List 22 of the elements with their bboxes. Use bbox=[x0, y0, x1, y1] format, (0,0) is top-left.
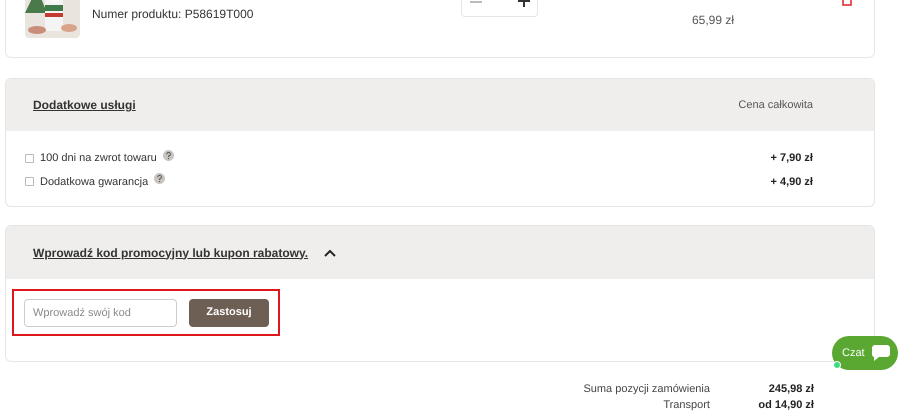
caret-icon[interactable] bbox=[324, 248, 336, 256]
service-price: + 7,90 zł bbox=[770, 151, 813, 166]
services-title: Dodatkowe usługi bbox=[33, 97, 136, 114]
apply-button[interactable]: Zastosuj bbox=[189, 298, 269, 326]
summary-value: od 14,90 zł bbox=[757, 398, 814, 412]
help-icon[interactable] bbox=[162, 150, 174, 161]
product-number: Numer produktu: P58619T000 bbox=[92, 6, 254, 23]
promo-title[interactable]: Wprowadź kod promocyjny lub kupon rabatowy. bbox=[33, 244, 308, 262]
summary-value: 245,98 zł bbox=[768, 382, 814, 396]
summary-label: Transport bbox=[663, 398, 710, 412]
checkbox[interactable] bbox=[25, 177, 34, 186]
item-price: 65,99 zł bbox=[692, 12, 734, 29]
chat-bubble-icon bbox=[870, 344, 891, 362]
service-price: + 4,90 zł bbox=[770, 174, 813, 190]
service-label: 100 dni na zwrot towaru bbox=[40, 151, 157, 166]
summary-label: Suma pozycji zamówienia bbox=[583, 382, 710, 396]
help-icon[interactable] bbox=[154, 173, 166, 184]
price-heading: Cena całkowita bbox=[738, 98, 813, 113]
promo-header[interactable]: Wprowadź kod promocyjny lub kupon rabatowy. bbox=[6, 226, 874, 279]
service-label: Dodatkowa gwarancja bbox=[40, 174, 148, 190]
checkbox[interactable] bbox=[25, 154, 34, 163]
code-input-field[interactable]: Wprowadź swój kod bbox=[24, 298, 177, 326]
